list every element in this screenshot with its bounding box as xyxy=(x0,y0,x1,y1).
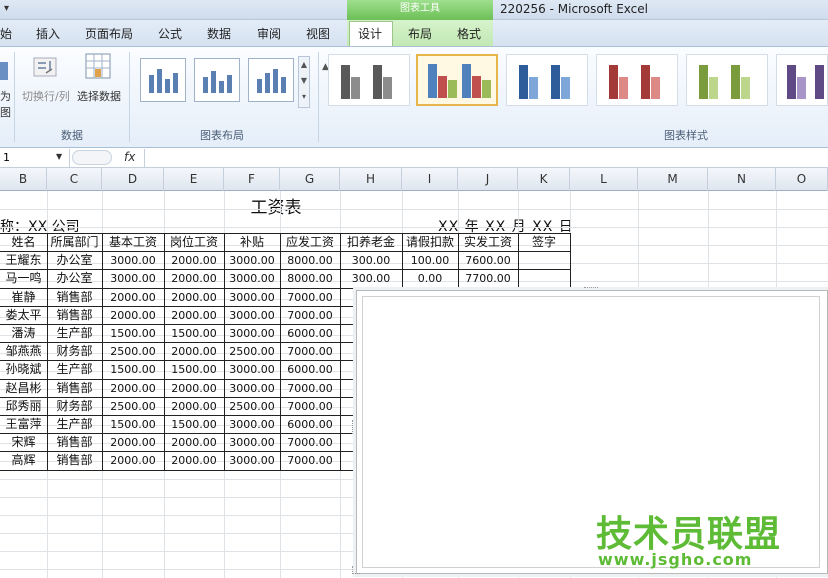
chart-style-3[interactable] xyxy=(506,54,588,106)
chart-resize-handle-corner[interactable] xyxy=(352,566,360,574)
chart-resize-handle-top[interactable] xyxy=(584,287,598,292)
window-title: 220256 - Microsoft Excel xyxy=(500,2,648,16)
tab-formulas[interactable]: 公式 xyxy=(158,25,182,42)
tab-view[interactable]: 视图 xyxy=(306,25,330,42)
tab-design[interactable]: 设计 xyxy=(358,25,382,42)
column-header[interactable]: L xyxy=(570,168,638,191)
tab-page-layout[interactable]: 页面布局 xyxy=(85,25,133,42)
tab-format[interactable]: 格式 xyxy=(457,25,481,42)
group-separator xyxy=(14,52,15,142)
column-header[interactable]: F xyxy=(224,168,280,191)
formula-expand-handle[interactable] xyxy=(72,150,112,165)
tab-layout[interactable]: 布局 xyxy=(408,25,432,42)
formula-input[interactable] xyxy=(144,149,828,167)
chart-layout-1[interactable] xyxy=(140,58,186,102)
chart-type-icon[interactable] xyxy=(0,62,8,80)
partial-label: 为 xyxy=(0,90,11,103)
tab-review[interactable]: 审阅 xyxy=(257,25,281,42)
tab-data[interactable]: 数据 xyxy=(207,25,231,42)
chart-style-1[interactable] xyxy=(328,54,410,106)
group-label-data: 数据 xyxy=(61,129,83,142)
column-header[interactable]: K xyxy=(518,168,570,191)
column-header[interactable]: N xyxy=(708,168,776,191)
group-label-chart-layout: 图表布局 xyxy=(200,129,244,142)
select-data-button[interactable]: 选择数据 xyxy=(77,88,121,104)
watermark-url: www.jsgho.com xyxy=(598,550,753,569)
chart-style-6[interactable] xyxy=(776,54,828,106)
group-separator xyxy=(129,52,130,142)
company-label: 称：XX 公司 xyxy=(0,219,80,235)
name-box-dropdown-icon[interactable]: ▼ xyxy=(56,152,62,161)
chart-style-5[interactable] xyxy=(686,54,768,106)
column-header[interactable]: D xyxy=(102,168,164,191)
insert-function-icon[interactable]: fx xyxy=(124,150,135,164)
column-header[interactable]: C xyxy=(47,168,102,191)
group-separator xyxy=(318,52,319,142)
column-header[interactable]: I xyxy=(402,168,458,191)
switch-row-col-icon[interactable] xyxy=(32,55,60,81)
chart-resize-handle-left[interactable] xyxy=(352,420,357,434)
quick-access-dropdown[interactable]: ▾ xyxy=(0,0,40,20)
date-label: XX 年 XX 月 XX 日 xyxy=(438,219,574,235)
column-header[interactable]: H xyxy=(340,168,402,191)
layout-gallery-scroll[interactable]: ▲ ▼ ▾ xyxy=(298,56,310,108)
tab-home[interactable]: 始 xyxy=(0,25,12,42)
column-header[interactable]: B xyxy=(0,168,47,191)
chart-layout-2[interactable] xyxy=(194,58,240,102)
tab-insert[interactable]: 插入 xyxy=(36,25,60,42)
select-data-icon[interactable] xyxy=(84,52,114,82)
chart-tools-context-label: 图表工具 xyxy=(347,0,493,20)
column-header[interactable]: M xyxy=(638,168,708,191)
column-header[interactable]: E xyxy=(164,168,224,191)
chart-style-2-selected[interactable] xyxy=(416,54,498,106)
column-header[interactable]: G xyxy=(280,168,340,191)
excel-window: ▾ 图表工具 220256 - Microsoft Excel 始 插入 页面布… xyxy=(0,0,828,578)
switch-row-col-button[interactable]: 切换行/列 xyxy=(22,88,70,104)
partial-label-2: 图 xyxy=(0,106,11,119)
group-label-chart-styles: 图表样式 xyxy=(664,129,708,142)
chart-layout-3[interactable] xyxy=(248,58,294,102)
sheet-title: 工资表 xyxy=(250,198,302,218)
chart-style-4[interactable] xyxy=(596,54,678,106)
column-header[interactable]: J xyxy=(458,168,518,191)
column-header[interactable]: O xyxy=(776,168,828,191)
